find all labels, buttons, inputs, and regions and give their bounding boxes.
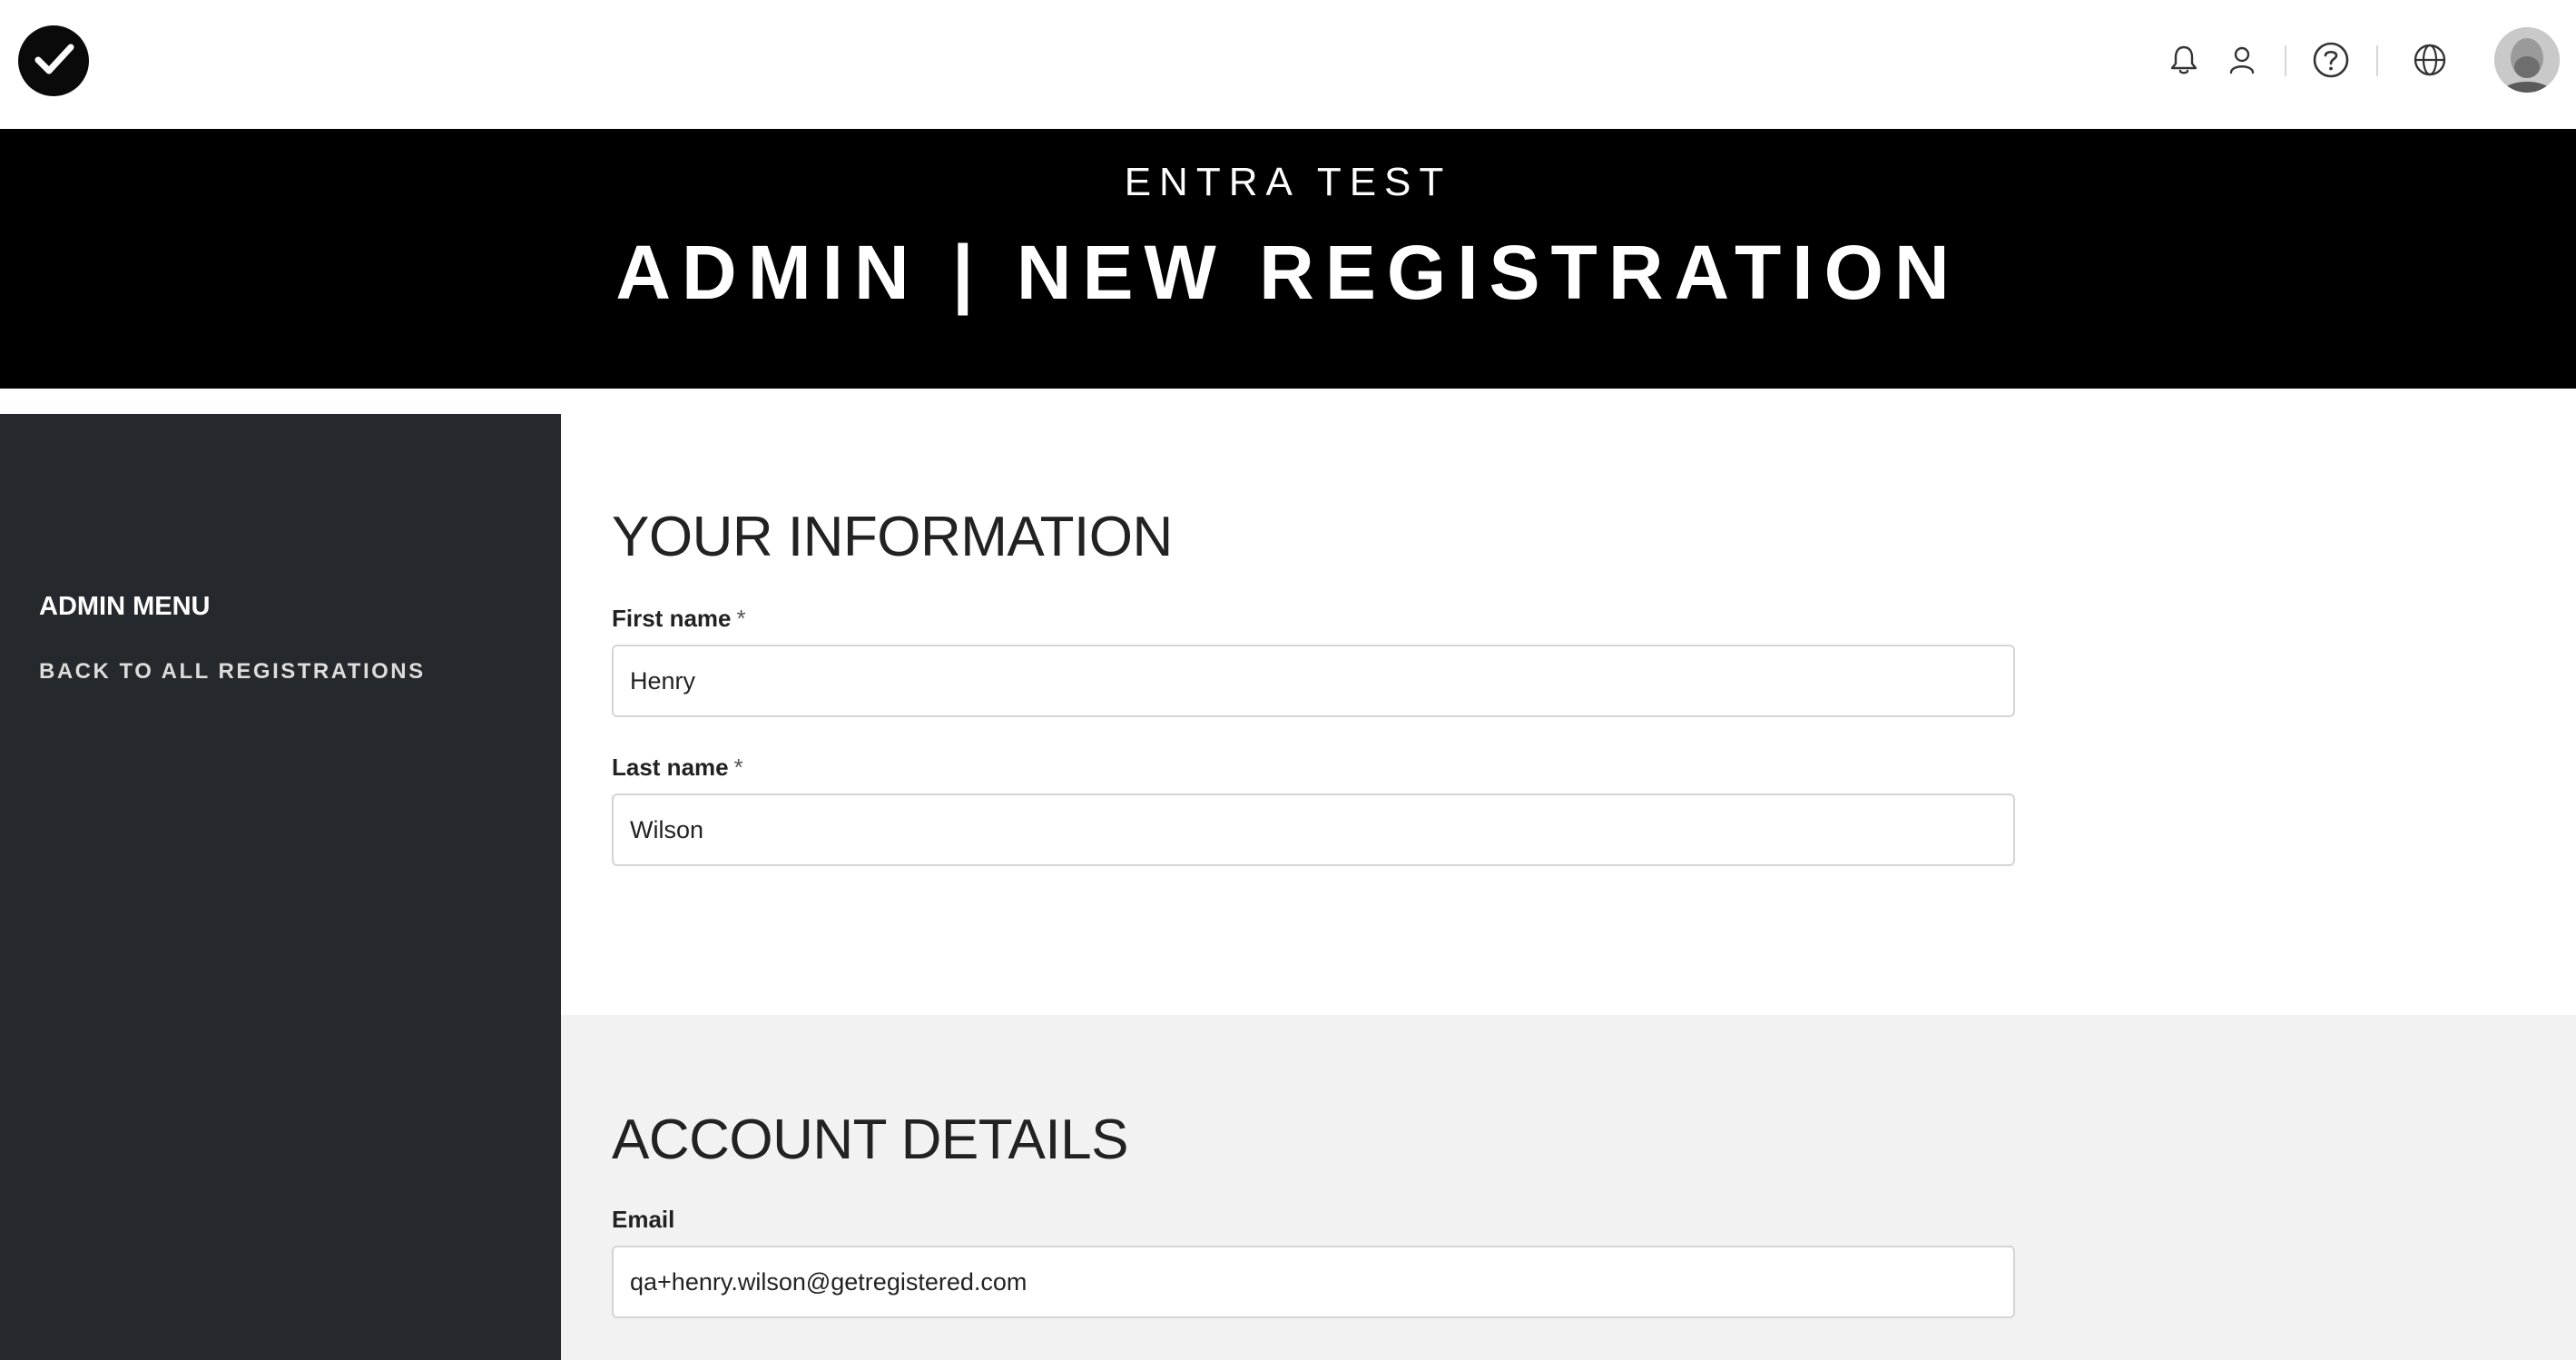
email-input[interactable]	[612, 1246, 2015, 1318]
first-name-input[interactable]	[612, 645, 2015, 717]
back-to-all-registrations-link[interactable]: BACK TO ALL REGISTRATIONS	[39, 659, 426, 685]
help-icon[interactable]	[2311, 40, 2351, 80]
admin-sidebar: ADMIN MENU BACK TO ALL REGISTRATIONS	[0, 414, 561, 1360]
user-avatar[interactable]	[2494, 27, 2560, 93]
top-navigation-bar	[0, 0, 2576, 129]
nav-divider	[2376, 45, 2378, 76]
required-marker: *	[733, 754, 743, 781]
last-name-input[interactable]	[612, 793, 2015, 866]
last-name-label-text: Last name	[612, 754, 729, 781]
required-marker: *	[736, 605, 746, 632]
globe-icon[interactable]	[2410, 40, 2450, 80]
first-name-label-text: First name	[612, 605, 732, 632]
section-title: ACCOUNT DETAILS	[612, 1109, 1128, 1171]
last-name-label: Last name *	[612, 754, 743, 782]
user-icon[interactable]	[2222, 40, 2262, 80]
event-name: ENTRA TEST	[1124, 160, 1452, 204]
admin-menu-heading: ADMIN MENU	[39, 592, 211, 621]
page-title: ADMIN | NEW REGISTRATION	[615, 230, 1961, 315]
account-details-section: ACCOUNT DETAILS Email	[561, 1015, 2576, 1360]
bell-icon[interactable]	[2164, 40, 2204, 80]
nav-divider	[2285, 45, 2286, 76]
your-information-section: YOUR INFORMATION First name* Last name*	[561, 389, 2576, 1015]
page-header-banner: ENTRA TEST ADMIN | NEW REGISTRATION	[0, 129, 2576, 389]
email-label-text: Email	[612, 1206, 675, 1233]
checkmark-logo-icon[interactable]	[18, 25, 89, 96]
section-title: YOUR INFORMATION	[612, 506, 1173, 568]
first-name-label: First name *	[612, 605, 746, 633]
email-label: Email	[612, 1206, 674, 1234]
